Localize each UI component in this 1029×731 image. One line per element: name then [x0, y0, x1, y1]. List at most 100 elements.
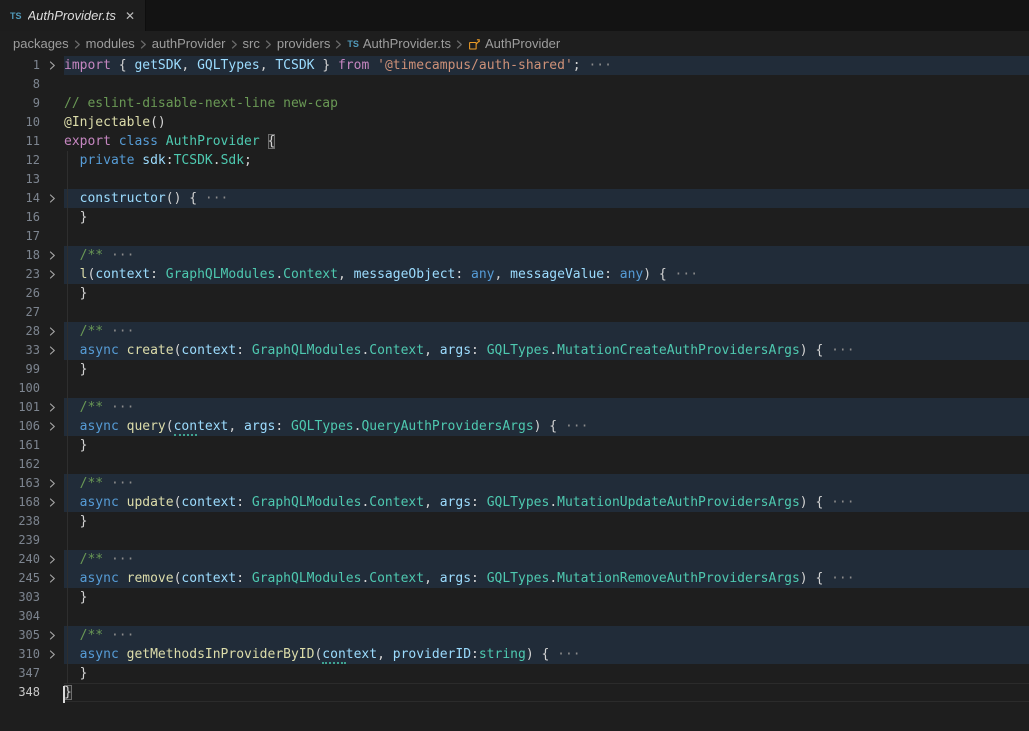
code-line-26[interactable]: 26 }	[0, 284, 1029, 303]
code-line-10[interactable]: 10@Injectable()	[0, 113, 1029, 132]
gutter-spacer	[40, 170, 64, 189]
code-token: QueryAuthProvidersArgs	[361, 419, 533, 434]
code-line-310[interactable]: 310 async getMethodsInProviderByID(conte…	[0, 645, 1029, 664]
fold-chevron-icon[interactable]	[40, 56, 64, 75]
fold-chevron-icon[interactable]	[40, 493, 64, 512]
code-line-304[interactable]: 304	[0, 607, 1029, 626]
code-line-101[interactable]: 101 /** ···	[0, 398, 1029, 417]
code-line-239[interactable]: 239	[0, 531, 1029, 550]
code-line-161[interactable]: 161 }	[0, 436, 1029, 455]
code-line-23[interactable]: 23 l(context: GraphQLModules.Context, me…	[0, 265, 1029, 284]
code-token: // eslint-disable-next-line new-cap	[64, 96, 338, 111]
fold-chevron-icon[interactable]	[40, 341, 64, 360]
code-token: context	[181, 571, 236, 586]
code-token: .	[549, 495, 557, 510]
code-line-33[interactable]: 33 async create(context: GraphQLModules.…	[0, 341, 1029, 360]
breadcrumb-item-providers[interactable]: providers	[277, 36, 330, 51]
code-line-245[interactable]: 245 async remove(context: GraphQLModules…	[0, 569, 1029, 588]
code-token: .	[275, 267, 283, 282]
code-token: /**	[80, 552, 103, 567]
fold-chevron-icon[interactable]	[40, 569, 64, 588]
code-token: update	[127, 495, 174, 510]
code-line-18[interactable]: 18 /** ···	[0, 246, 1029, 265]
code-line-163[interactable]: 163 /** ···	[0, 474, 1029, 493]
code-line-11[interactable]: 11export class AuthProvider {	[0, 132, 1029, 151]
code-token: Context	[283, 267, 338, 282]
code-line-168[interactable]: 168 async update(context: GraphQLModules…	[0, 493, 1029, 512]
code-token: text	[346, 647, 377, 662]
code-token: GraphQLModules	[252, 343, 362, 358]
code-line-348[interactable]: 348}	[0, 683, 1029, 702]
line-number: 28	[0, 322, 40, 341]
code-token	[119, 647, 127, 662]
breadcrumb-item-packages[interactable]: packages	[13, 36, 69, 51]
fold-chevron-icon[interactable]	[40, 246, 64, 265]
code-token: providerID	[393, 647, 471, 662]
breadcrumb-item-label: modules	[86, 36, 135, 51]
code-token	[119, 419, 127, 434]
code-token: ···	[103, 476, 134, 491]
tab-authprovider[interactable]: TS AuthProvider.ts ✕	[0, 0, 146, 31]
code-line-28[interactable]: 28 /** ···	[0, 322, 1029, 341]
fold-chevron-icon[interactable]	[40, 550, 64, 569]
fold-chevron-icon[interactable]	[40, 322, 64, 341]
fold-chevron-icon[interactable]	[40, 626, 64, 645]
code-text	[64, 379, 1029, 398]
code-line-16[interactable]: 16 }	[0, 208, 1029, 227]
code-token: any	[471, 267, 494, 282]
chevron-right-icon	[455, 40, 464, 49]
line-number: 240	[0, 550, 40, 569]
fold-chevron-icon[interactable]	[40, 265, 64, 284]
code-token: ···	[581, 58, 612, 73]
code-line-17[interactable]: 17	[0, 227, 1029, 246]
vscode-window: TS AuthProvider.ts ✕ packages modules auth…	[0, 0, 1029, 731]
code-line-14[interactable]: 14 constructor() { ···	[0, 189, 1029, 208]
code-token: MutationCreateAuthProvidersArgs	[557, 343, 800, 358]
code-line-162[interactable]: 162	[0, 455, 1029, 474]
code-token: :	[455, 267, 471, 282]
code-token: args	[244, 419, 275, 434]
code-line-238[interactable]: 238 }	[0, 512, 1029, 531]
code-line-8[interactable]: 8	[0, 75, 1029, 94]
code-token: GQLTypes	[291, 419, 354, 434]
code-token	[64, 191, 80, 206]
breadcrumb-item-label: src	[243, 36, 260, 51]
code-line-305[interactable]: 305 /** ···	[0, 626, 1029, 645]
code-token: .	[549, 343, 557, 358]
code-line-99[interactable]: 99 }	[0, 360, 1029, 379]
code-line-347[interactable]: 347 }	[0, 664, 1029, 683]
code-token: ···	[831, 343, 854, 358]
fold-chevron-icon[interactable]	[40, 189, 64, 208]
breadcrumb-item-src[interactable]: src	[243, 36, 260, 51]
fold-chevron-icon[interactable]	[40, 645, 64, 664]
code-text: /** ···	[64, 398, 1029, 417]
editor[interactable]: 1import { getSDK, GQLTypes, TCSDK } from…	[0, 56, 1029, 731]
fold-chevron-icon[interactable]	[40, 474, 64, 493]
gutter-spacer	[40, 436, 64, 455]
code-line-13[interactable]: 13	[0, 170, 1029, 189]
code-token: :	[236, 343, 252, 358]
code-line-106[interactable]: 106 async query(context, args: GQLTypes.…	[0, 417, 1029, 436]
fold-chevron-icon[interactable]	[40, 417, 64, 436]
close-icon[interactable]: ✕	[123, 8, 137, 24]
code-line-9[interactable]: 9// eslint-disable-next-line new-cap	[0, 94, 1029, 113]
code-line-303[interactable]: 303 }	[0, 588, 1029, 607]
code-line-240[interactable]: 240 /** ···	[0, 550, 1029, 569]
code-line-100[interactable]: 100	[0, 379, 1029, 398]
code-line-1[interactable]: 1import { getSDK, GQLTypes, TCSDK } from…	[0, 56, 1029, 75]
chevron-right-icon	[48, 498, 57, 507]
code-line-27[interactable]: 27	[0, 303, 1029, 322]
code-line-12[interactable]: 12 private sdk:TCSDK.Sdk;	[0, 151, 1029, 170]
code-token	[64, 248, 80, 263]
breadcrumb-item-authprovider[interactable]: authProvider	[152, 36, 226, 51]
line-number: 163	[0, 474, 40, 493]
line-number: 14	[0, 189, 40, 208]
code-text: async update(context: GraphQLModules.Con…	[64, 493, 1029, 512]
fold-chevron-icon[interactable]	[40, 398, 64, 417]
gutter-spacer	[40, 664, 64, 683]
chevron-right-icon	[264, 40, 273, 49]
code-token: async	[80, 495, 119, 510]
breadcrumb-item-authprovider[interactable]: AuthProvider	[468, 36, 560, 51]
breadcrumb-item-modules[interactable]: modules	[86, 36, 135, 51]
breadcrumb-item-authprovider-ts[interactable]: TSAuthProvider.ts	[347, 36, 451, 51]
